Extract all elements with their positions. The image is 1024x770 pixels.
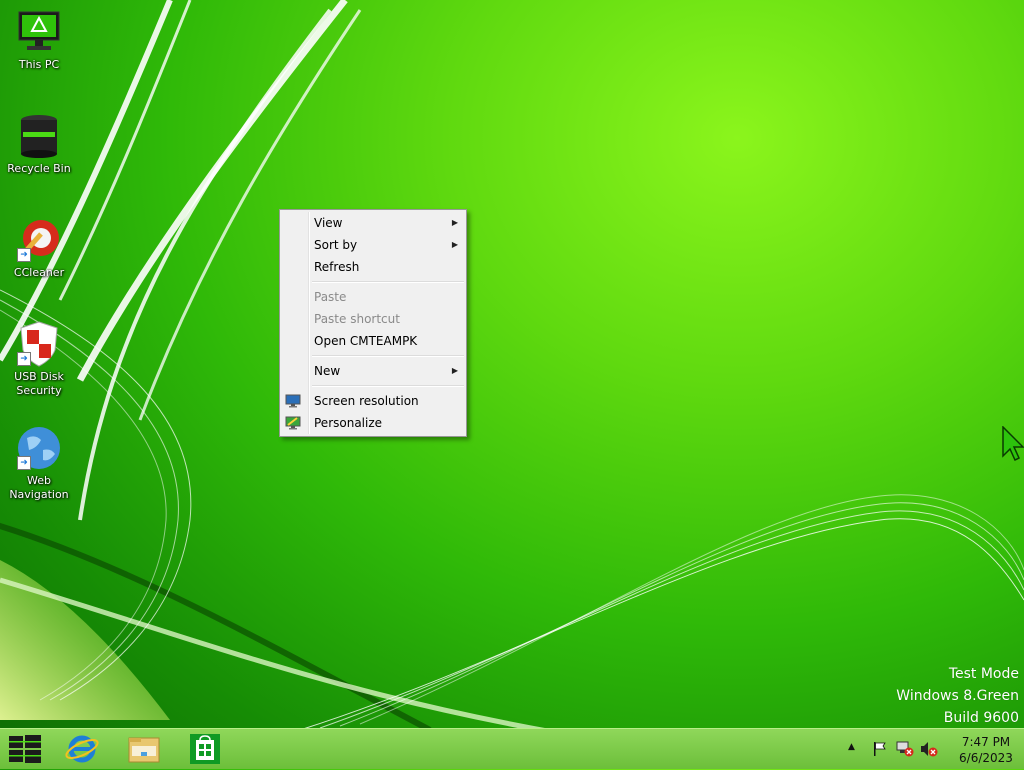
taskbar-clock[interactable]: 7:47 PM 6/6/2023 (951, 734, 1021, 766)
store-button[interactable] (180, 732, 230, 766)
ccleaner-icon: ➜ (15, 216, 63, 264)
start-button[interactable] (0, 732, 50, 766)
submenu-arrow-icon: ▶ (451, 366, 458, 375)
menu-item-sort-by[interactable]: Sort by ▶ (280, 234, 466, 256)
clock-date: 6/6/2023 (959, 751, 1013, 765)
watermark-line: Windows 8.Green (896, 688, 1019, 704)
menu-item-view[interactable]: View ▶ (280, 212, 466, 234)
menu-item-label: Personalize (314, 416, 383, 430)
personalize-icon (285, 416, 301, 430)
desktop-icon-label: Web Navigation (9, 474, 69, 501)
volume-muted-icon[interactable] (920, 741, 938, 757)
menu-separator (312, 355, 464, 357)
desktop-icon-recycle-bin[interactable]: Recycle Bin (2, 112, 76, 176)
menu-item-new[interactable]: New ▶ (280, 360, 466, 382)
menu-item-label: Paste (314, 290, 347, 304)
menu-item-open-cmteampk[interactable]: Open CMTEAMPK (280, 330, 466, 352)
recycle-bin-icon (15, 112, 63, 160)
menu-item-screen-resolution[interactable]: Screen resolution (280, 390, 466, 412)
menu-separator (312, 281, 464, 283)
desktop-icon-label: Recycle Bin (7, 162, 71, 175)
watermark-line: Build 9600 (943, 710, 1019, 726)
test-mode-watermark: Test Mode Windows 8.Green Build 9600 (896, 663, 1019, 729)
taskbar: ▲ 7:47 PM 6/6/2023 (0, 728, 1024, 769)
monitor-icon (15, 8, 63, 56)
shortcut-arrow-icon: ➜ (17, 248, 31, 262)
menu-item-paste[interactable]: Paste (280, 286, 466, 308)
desktop-icon-label: CCleaner (13, 266, 65, 279)
desktop-context-menu: View ▶ Sort by ▶ Refresh Paste Paste sho… (279, 209, 467, 437)
submenu-arrow-icon: ▶ (451, 240, 458, 249)
menu-item-label: Refresh (314, 260, 360, 274)
watermark-line: Test Mode (948, 666, 1019, 682)
menu-item-refresh[interactable]: Refresh (280, 256, 466, 278)
desktop-icon-usb-disk-security[interactable]: ➜ USB Disk Security (2, 320, 76, 398)
clock-time: 7:47 PM (961, 735, 1011, 749)
desktop-icon-web-navigation[interactable]: ➜ Web Navigation (2, 424, 76, 502)
menu-separator (312, 385, 464, 387)
menu-item-label: Sort by (314, 238, 358, 252)
file-explorer-button[interactable] (119, 732, 169, 766)
mouse-cursor-icon (1002, 426, 1024, 462)
menu-item-personalize[interactable]: Personalize (280, 412, 466, 434)
menu-item-label: Open CMTEAMPK (314, 334, 418, 348)
desktop-icon-label: This PC (18, 58, 60, 71)
windows-logo-icon (9, 735, 41, 763)
desktop-wallpaper (0, 0, 1024, 743)
shortcut-arrow-icon: ➜ (17, 352, 31, 366)
desktop-icon-label: USB Disk Security (14, 370, 64, 397)
submenu-arrow-icon: ▶ (451, 218, 458, 227)
menu-item-label: View (314, 216, 343, 230)
menu-item-paste-shortcut[interactable]: Paste shortcut (280, 308, 466, 330)
globe-icon: ➜ (15, 424, 63, 472)
action-center-flag-icon[interactable] (872, 741, 888, 757)
network-error-icon[interactable] (896, 741, 914, 757)
internet-explorer-button[interactable] (57, 732, 107, 766)
menu-item-label: Paste shortcut (314, 312, 400, 326)
system-tray: ▲ 7:47 PM 6/6/2023 (844, 729, 1024, 769)
menu-item-label: New (314, 364, 341, 378)
shortcut-arrow-icon: ➜ (17, 456, 31, 470)
menu-item-label: Screen resolution (314, 394, 419, 408)
display-icon (285, 394, 301, 408)
show-hidden-icons-icon[interactable]: ▲ (848, 742, 855, 752)
shield-icon: ➜ (15, 320, 63, 368)
internet-explorer-icon (65, 735, 99, 763)
file-explorer-icon (128, 737, 160, 763)
store-icon (190, 734, 220, 764)
desktop-icon-ccleaner[interactable]: ➜ CCleaner (2, 216, 76, 280)
desktop-icon-this-pc[interactable]: This PC (2, 8, 76, 72)
